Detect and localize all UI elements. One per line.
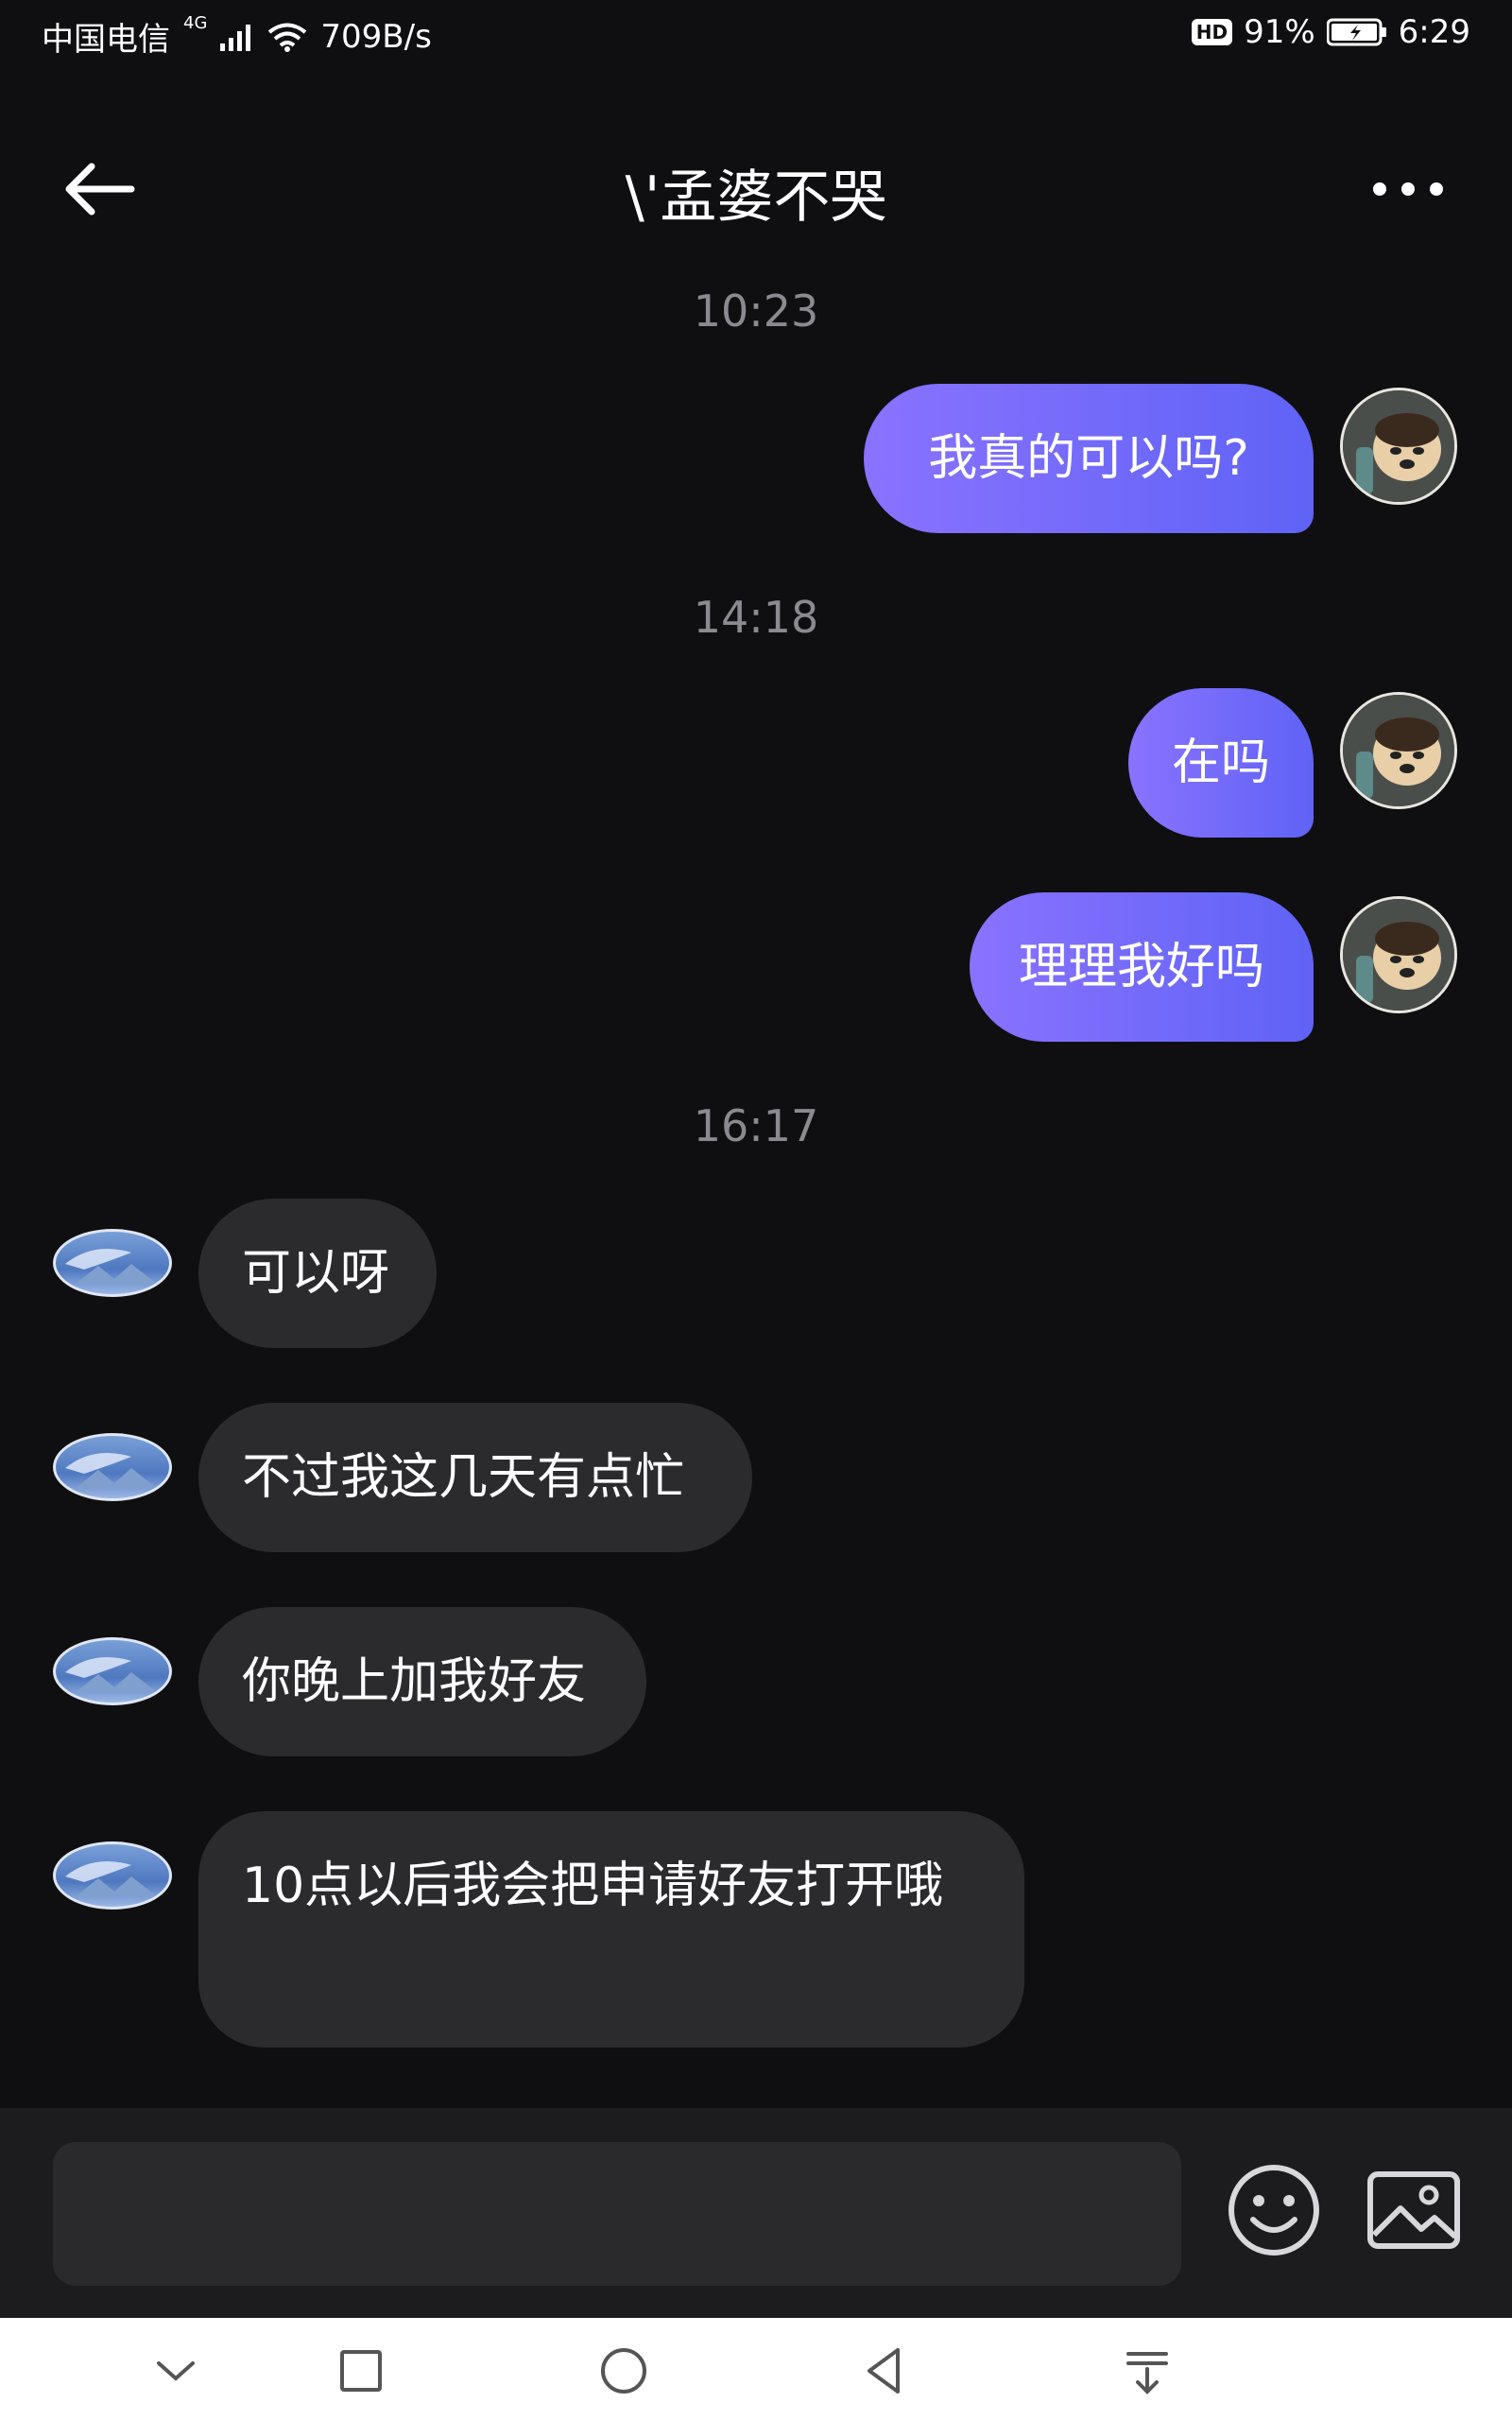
chat-title: \'孟婆不哭 <box>625 164 887 231</box>
chat-screen: 中国电信 4G 709B/s HD 91% 6:29 \'孟婆不哭 10:23 … <box>0 0 1512 2420</box>
chevron-down-icon[interactable] <box>146 2341 206 2401</box>
avatar[interactable] <box>1340 896 1457 1013</box>
battery-percent: 91% <box>1244 13 1315 51</box>
more-dots-icon <box>1373 182 1443 196</box>
emoji-icon[interactable] <box>1225 2161 1323 2259</box>
status-bar: 中国电信 4G 709B/s HD 91% 6:29 <box>0 0 1512 72</box>
dog-avatar-icon <box>1343 899 1454 1011</box>
message-bubble-outgoing[interactable]: 我真的可以吗? <box>864 384 1314 533</box>
clock: 6:29 <box>1398 13 1470 51</box>
network-type: 4G <box>183 13 208 33</box>
landscape-avatar-icon <box>65 1249 158 1285</box>
landscape-avatar-icon <box>65 1657 158 1693</box>
image-icon[interactable] <box>1365 2161 1463 2259</box>
carrier-label: 中国电信 <box>42 21 170 59</box>
chat-header: \'孟婆不哭 <box>0 132 1512 246</box>
dog-avatar-icon <box>1343 390 1454 502</box>
home-icon[interactable] <box>593 2341 654 2401</box>
landscape-avatar-icon <box>65 1861 158 1897</box>
system-nav-bar <box>0 2318 1512 2420</box>
hd-badge: HD <box>1191 19 1233 45</box>
timestamp: 16:17 <box>693 1100 819 1151</box>
network-speed: 709B/s <box>320 17 432 56</box>
back-triangle-icon[interactable] <box>854 2341 915 2401</box>
input-area <box>0 2108 1512 2318</box>
wifi-icon <box>268 23 307 52</box>
message-bubble-incoming[interactable]: 不过我这几天有点忙 <box>198 1403 752 1552</box>
signal-icon <box>220 24 251 51</box>
timestamp: 14:18 <box>693 592 819 643</box>
more-button[interactable] <box>1361 151 1455 227</box>
avatar[interactable] <box>53 1841 172 1910</box>
message-bubble-outgoing[interactable]: 在吗 <box>1128 688 1314 838</box>
avatar[interactable] <box>53 1433 172 1501</box>
message-bubble-incoming[interactable]: 10点以后我会把申请好友打开哦 <box>198 1811 1024 2048</box>
message-bubble-incoming[interactable]: 可以呀 <box>198 1199 437 1348</box>
notification-pull-icon[interactable] <box>1117 2341 1177 2401</box>
message-bubble-outgoing[interactable]: 理理我好吗 <box>970 892 1314 1042</box>
avatar[interactable] <box>53 1637 172 1705</box>
status-left: 中国电信 4G 709B/s <box>42 13 432 60</box>
message-input[interactable] <box>53 2142 1181 2286</box>
timestamp: 10:23 <box>693 285 819 337</box>
recent-apps-icon[interactable] <box>331 2341 391 2401</box>
avatar[interactable] <box>1340 388 1457 505</box>
status-right: HD 91% 6:29 <box>1191 13 1470 51</box>
avatar[interactable] <box>53 1229 172 1297</box>
landscape-avatar-icon <box>65 1453 158 1489</box>
message-bubble-incoming[interactable]: 你晚上加我好友 <box>198 1607 646 1756</box>
avatar[interactable] <box>1340 692 1457 809</box>
battery-icon <box>1326 18 1386 46</box>
dog-avatar-icon <box>1343 695 1454 806</box>
